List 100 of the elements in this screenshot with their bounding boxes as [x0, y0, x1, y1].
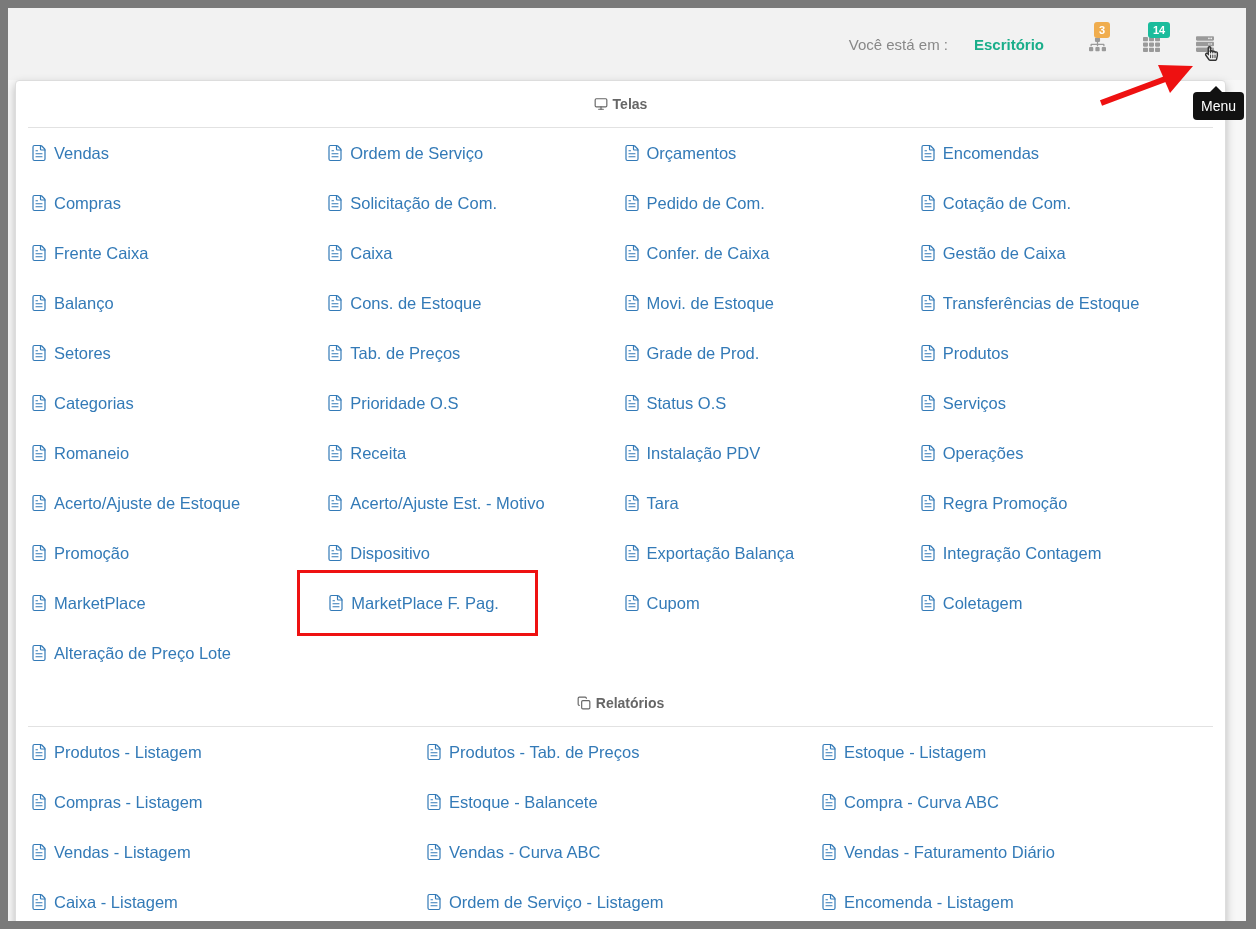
document-icon — [326, 194, 345, 212]
document-icon — [30, 144, 48, 162]
menu-link[interactable]: Ordem de Serviço - Listagem — [423, 877, 818, 921]
menu-link[interactable]: Coletagem — [916, 578, 1213, 628]
menu-link[interactable]: Compras — [28, 178, 325, 228]
document-icon — [622, 544, 641, 562]
document-icon — [622, 394, 641, 412]
document-icon — [326, 294, 345, 312]
document-icon — [820, 743, 838, 761]
menu-link[interactable]: Produtos - Listagem — [28, 727, 423, 777]
sitemap-icon — [1088, 35, 1106, 53]
document-icon — [622, 244, 641, 262]
document-icon — [918, 294, 937, 312]
monitor-icon — [593, 97, 608, 111]
document-icon — [918, 144, 937, 162]
document-icon — [326, 244, 345, 262]
copy-icon — [576, 696, 591, 710]
document-icon — [30, 344, 48, 362]
document-icon — [30, 793, 48, 811]
document-icon — [918, 544, 937, 562]
menu-link[interactable]: Instalação PDV — [620, 428, 917, 478]
menu-link[interactable]: Frente Caixa — [28, 228, 325, 278]
menu-link[interactable]: Prioridade O.S — [324, 378, 621, 428]
menu-link[interactable]: MarketPlace — [28, 578, 325, 628]
menu-link[interactable]: Categorias — [28, 378, 325, 428]
menu-link[interactable]: Orçamentos — [620, 128, 917, 178]
document-icon — [820, 893, 838, 911]
menu-link[interactable]: Compra - Curva ABC — [818, 777, 1213, 827]
document-icon — [326, 344, 345, 362]
document-icon — [622, 344, 641, 362]
menu-link[interactable]: Caixa — [324, 228, 621, 278]
menu-link[interactable]: Estoque - Listagem — [818, 727, 1213, 777]
menu-link[interactable]: Vendas - Curva ABC — [423, 827, 818, 877]
menu-link[interactable]: Vendas - Faturamento Diário — [818, 827, 1213, 877]
document-icon — [326, 544, 345, 562]
document-icon — [326, 144, 345, 162]
document-icon — [918, 244, 937, 262]
grid-button[interactable]: 14 — [1124, 24, 1178, 64]
menu-link[interactable]: Balanço — [28, 278, 325, 328]
menu-link[interactable]: Compras - Listagem — [28, 777, 423, 827]
menu-link[interactable]: MarketPlace F. Pag. — [351, 593, 499, 613]
menu-link[interactable]: Transferências de Estoque — [916, 278, 1213, 328]
menu-link[interactable]: Exportação Balança — [620, 528, 917, 578]
menu-link[interactable]: Gestão de Caixa — [916, 228, 1213, 278]
menu-link[interactable]: Setores — [28, 328, 325, 378]
document-icon — [30, 244, 48, 262]
document-icon — [820, 793, 838, 811]
menu-link[interactable]: Produtos - Tab. de Preços — [423, 727, 818, 777]
menu-link[interactable]: Romaneio — [28, 428, 325, 478]
menu-link[interactable]: Grade de Prod. — [620, 328, 917, 378]
menu-link[interactable]: Cons. de Estoque — [324, 278, 621, 328]
menu-link[interactable]: Caixa - Listagem — [28, 877, 423, 921]
grid-icon — [1142, 35, 1160, 53]
document-icon — [820, 843, 838, 861]
menu-link[interactable]: Acerto/Ajuste de Estoque — [28, 478, 325, 528]
document-icon — [30, 594, 48, 612]
menu-link[interactable]: Cupom — [620, 578, 917, 628]
document-icon — [326, 394, 345, 412]
hand-cursor-icon — [1204, 46, 1219, 61]
menu-link[interactable]: Pedido de Com. — [620, 178, 917, 228]
menu-link[interactable]: Estoque - Balancete — [423, 777, 818, 827]
menu-link[interactable]: Regra Promoção — [916, 478, 1213, 528]
document-icon — [425, 893, 443, 911]
menu-link[interactable]: Tab. de Preços — [324, 328, 621, 378]
menu-link[interactable]: Confer. de Caixa — [620, 228, 917, 278]
document-icon — [30, 893, 48, 911]
menu-link[interactable]: Vendas — [28, 128, 325, 178]
menu-link[interactable]: Dispositivo — [324, 528, 621, 578]
document-icon — [622, 494, 641, 512]
menu-link[interactable]: Movi. de Estoque — [620, 278, 917, 328]
menu-link[interactable]: Cotação de Com. — [916, 178, 1213, 228]
document-icon — [918, 494, 937, 512]
menu-link[interactable]: Alteração de Preço Lote — [28, 628, 325, 678]
menu-link[interactable]: Solicitação de Com. — [324, 178, 621, 228]
menu-link[interactable]: Serviços — [916, 378, 1213, 428]
menu-icon — [1196, 35, 1214, 53]
menu-link[interactable]: Promoção — [28, 528, 325, 578]
menu-link[interactable]: Receita — [324, 428, 621, 478]
count-badge: 14 — [1148, 22, 1171, 38]
menu-link[interactable]: Operações — [916, 428, 1213, 478]
document-icon — [622, 294, 641, 312]
document-icon — [30, 394, 48, 412]
menu-link[interactable]: Produtos — [916, 328, 1213, 378]
menu-link[interactable]: Ordem de Serviço — [324, 128, 621, 178]
menu-link[interactable]: Vendas - Listagem — [28, 827, 423, 877]
menu-link[interactable]: Encomenda - Listagem — [818, 877, 1213, 921]
document-icon — [30, 444, 48, 462]
document-icon — [30, 194, 48, 212]
document-icon — [425, 793, 443, 811]
menu-link[interactable]: Acerto/Ajuste Est. - Motivo — [324, 478, 621, 528]
document-icon — [30, 843, 48, 861]
tooltip: Menu — [1192, 86, 1244, 120]
menu-link[interactable]: Integração Contagem — [916, 528, 1213, 578]
menu-link[interactable]: Encomendas — [916, 128, 1213, 178]
count-badge: 3 — [1094, 22, 1111, 38]
document-icon — [425, 743, 443, 761]
menu-link[interactable]: Status O.S — [620, 378, 917, 428]
menu-link[interactable]: Tara — [620, 478, 917, 528]
document-icon — [918, 394, 937, 412]
document-icon — [622, 444, 641, 462]
